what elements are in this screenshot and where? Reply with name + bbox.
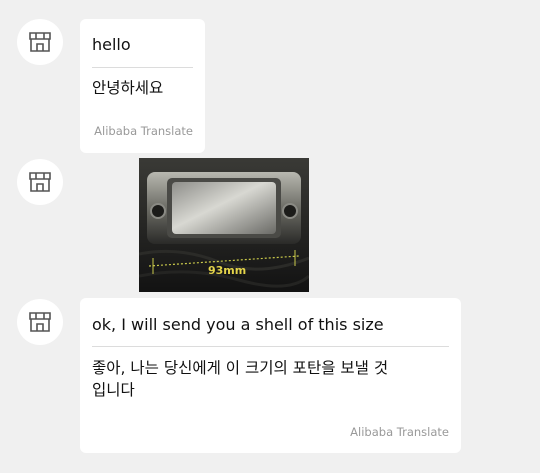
- divider: [92, 67, 193, 68]
- avatar[interactable]: [17, 299, 63, 345]
- translation-attribution: Alibaba Translate: [94, 124, 193, 138]
- translated-text: 안녕하세요: [92, 79, 164, 97]
- shop-icon: [29, 172, 51, 192]
- avatar[interactable]: [17, 159, 63, 205]
- shop-icon: [29, 32, 51, 52]
- message-bubble[interactable]: hello 안녕하세요 Alibaba Translate: [80, 19, 205, 153]
- divider: [92, 346, 449, 347]
- original-text: hello: [92, 35, 131, 54]
- avatar[interactable]: [17, 19, 63, 65]
- image-message[interactable]: 93mm: [139, 158, 309, 292]
- translated-text: 좋아, 나는 당신에게 이 크기의 포탄을 보낼 것입니다: [92, 359, 389, 399]
- original-text: ok, I will send you a shell of this size: [92, 315, 384, 334]
- translation-attribution: Alibaba Translate: [350, 425, 449, 439]
- shop-icon: [29, 312, 51, 332]
- message-bubble[interactable]: ok, I will send you a shell of this size…: [80, 298, 461, 453]
- image-size-label: 93mm: [208, 264, 247, 277]
